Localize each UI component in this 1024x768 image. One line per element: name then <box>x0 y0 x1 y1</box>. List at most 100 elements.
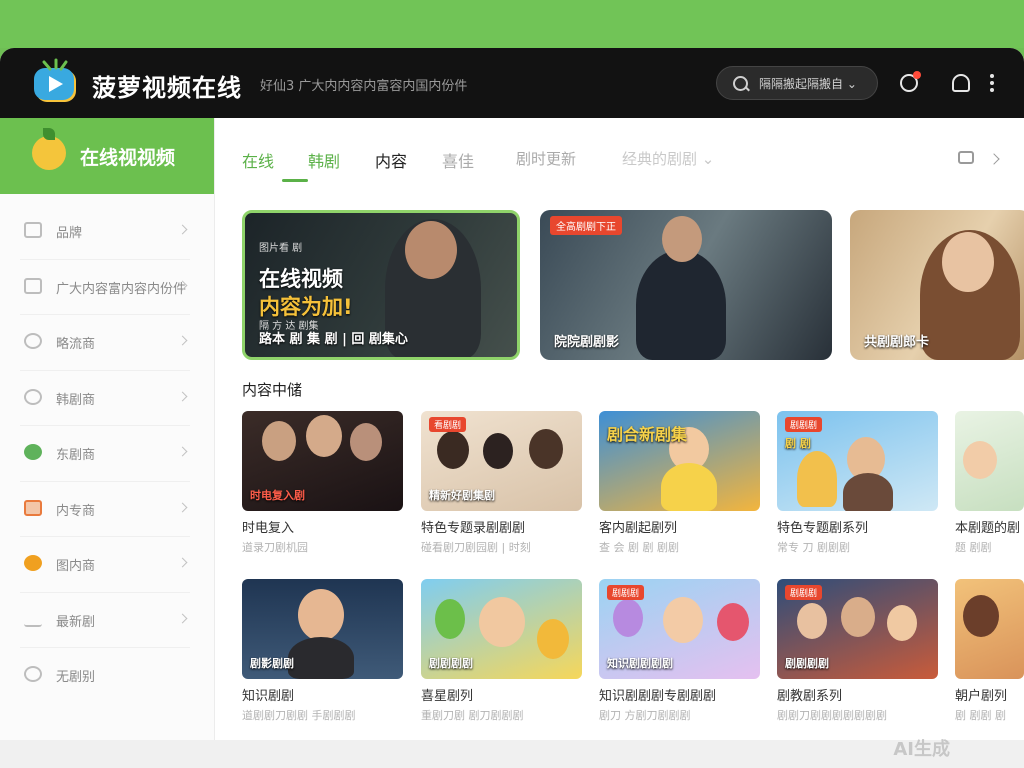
card-subtitle: 剧 剧剧 剧 <box>955 709 1006 722</box>
tab-4[interactable]: 剧时更新 <box>516 148 576 169</box>
video-card[interactable]: 剧剧剧剧 喜星剧列 重剧刀剧 剧刀剧剧剧 <box>421 579 582 722</box>
search-box[interactable]: 隔隔搬起隔搬自 ⌄ <box>716 66 878 100</box>
app-title: 菠萝视频在线 <box>92 74 242 102</box>
card-title: 知识剧剧剧专剧剧剧 <box>599 689 717 704</box>
video-card[interactable]: 剧合新剧集 客内剧起剧列 查 会 剧 剧 剧剧 <box>599 411 760 554</box>
hero-banner-2[interactable]: 全高剧剧下正 院院剧剧影 <box>540 210 832 360</box>
bottom-bar <box>0 740 1024 768</box>
chevron-right-icon[interactable] <box>988 153 1000 165</box>
notification-icon[interactable] <box>900 71 921 92</box>
sidebar-item-6[interactable]: 图内商 <box>20 537 190 593</box>
sidebar-item-8[interactable]: 无剧别 <box>20 648 190 703</box>
thumb-figure <box>537 619 569 659</box>
hero-caption: 共剧剧郎卡 <box>864 335 930 350</box>
video-card[interactable]: 时电复入剧 时电复入 道录刀剧机园 <box>242 411 403 554</box>
video-card[interactable]: 朝户剧列 剧 剧剧 剧 <box>955 579 1024 722</box>
hero-banner-main[interactable]: 图片看 剧 在线视频 内容为加! 隔 方 达 剧集 路本 剧 集 剧 | 回 剧集… <box>242 210 520 360</box>
hero-banner-3[interactable]: 共剧剧郎卡 <box>850 210 1024 360</box>
more-menu-icon[interactable] <box>990 74 996 92</box>
card-title: 时电复入 <box>242 521 295 536</box>
thumb-figure <box>797 603 827 639</box>
hero-headline: 在线视频 内容为加! <box>259 267 353 319</box>
video-card[interactable]: 剧剧剧 剧 剧 特色专题剧系列 常专 刀 剧剧剧 <box>777 411 938 554</box>
sidebar-nav: 品牌 广大内容富内容内份件 略流商 韩剧商 东剧商 内专商 图内商 最新剧 无剧… <box>0 204 214 703</box>
sidebar-item-label: 图内商 <box>56 559 96 574</box>
search-icon <box>733 76 748 91</box>
tab-0[interactable]: 在线 <box>242 148 274 172</box>
card-subtitle: 剧剧刀剧剧剧剧剧剧剧 <box>777 709 887 722</box>
hero-badge: 全高剧剧下正 <box>550 216 622 235</box>
sidebar-item-label: 内专商 <box>56 503 96 519</box>
sidebar-item-label: 最新剧 <box>56 614 96 630</box>
chat-icon <box>24 666 42 682</box>
hero-top-text: 图片看 剧 <box>259 243 303 254</box>
card-subtitle: 重剧刀剧 剧刀剧剧剧 <box>421 709 524 722</box>
thumb-figure <box>288 637 354 679</box>
thumb-caption: 剧 剧 <box>785 437 811 450</box>
ai-watermark: AI生成 <box>893 739 950 760</box>
chevron-right-icon <box>177 391 188 401</box>
sidebar-item-4[interactable]: 东剧商 <box>20 426 190 482</box>
video-thumbnail: 看剧剧 精新好剧集剧 <box>421 411 582 511</box>
sidebar-item-1[interactable]: 广大内容富内容内份件 <box>20 260 190 315</box>
thumb-figure <box>963 441 997 479</box>
thumb-figure <box>841 597 875 637</box>
sidebar-item-2[interactable]: 略流商 <box>20 315 190 371</box>
video-thumbnail: 剧合新剧集 <box>599 411 760 511</box>
video-card[interactable]: 本剧题的剧 题 剧剧 <box>955 411 1024 554</box>
sidebar-item-label: 略流商 <box>56 337 96 352</box>
sidebar-item-label: 品牌 <box>56 226 83 241</box>
hero-face <box>405 221 457 279</box>
thumb-figure <box>843 473 893 511</box>
video-thumbnail: 时电复入剧 <box>242 411 403 511</box>
thumb-figure <box>529 429 563 469</box>
card-subtitle: 碰看剧刀剧园剧 | 时刻 <box>421 541 531 554</box>
sidebar: 在线视视频 品牌 广大内容富内容内份件 略流商 韩剧商 东剧商 内专商 图内商 … <box>0 118 215 740</box>
chevron-right-icon <box>177 502 188 512</box>
sidebar-title: 在线视视频 <box>80 147 176 169</box>
thumb-figure <box>350 423 382 461</box>
thumb-figure <box>963 595 999 637</box>
tv-icon <box>24 277 42 294</box>
video-card[interactable]: 剧剧剧 剧剧剧剧 剧教剧系列 剧剧刀剧剧剧剧剧剧剧 <box>777 579 938 722</box>
tab-5[interactable]: 经典的剧剧 ⌄ <box>622 148 714 169</box>
chevron-right-icon <box>177 613 188 623</box>
sidebar-item-7[interactable]: 最新剧 <box>20 593 190 648</box>
video-card[interactable]: 剧影剧剧 知识剧剧 道剧剧刀剧剧 手剧剧剧 <box>242 579 403 722</box>
thumb-figure <box>887 605 917 641</box>
hero-caption: 院院剧剧影 <box>554 335 620 350</box>
video-card[interactable]: 看剧剧 精新好剧集剧 特色专题录剧剧剧 碰看剧刀剧园剧 | 时刻 <box>421 411 582 554</box>
tab-2[interactable]: 内容 <box>375 148 407 172</box>
desktop-background <box>0 0 1024 48</box>
user-icon[interactable] <box>952 74 970 92</box>
thumb-caption: 精新好剧集剧 <box>429 489 495 502</box>
top-header: 菠萝视频在线 好仙3 广大内内容内富容内国内份件 隔隔搬起隔搬自 ⌄ <box>0 48 1024 118</box>
tab-1[interactable]: 韩剧 <box>308 148 340 172</box>
new-icon <box>24 611 42 627</box>
drama-icon <box>24 388 42 405</box>
tab-3[interactable]: 喜佳 <box>442 148 474 172</box>
thumb-figure <box>483 433 513 469</box>
thumb-caption: 时电复入剧 <box>250 489 305 502</box>
thumb-figure <box>797 451 837 507</box>
card-title: 特色专题录剧剧剧 <box>421 521 526 536</box>
video-card[interactable]: 剧剧剧 知识剧剧剧剧 知识剧剧剧专剧剧剧 剧刀 方剧刀剧剧剧 <box>599 579 760 722</box>
chevron-right-icon <box>177 224 188 235</box>
sidebar-item-3[interactable]: 韩剧商 <box>20 371 190 426</box>
thumb-figure <box>435 599 465 639</box>
video-thumbnail: 剧影剧剧 <box>242 579 403 679</box>
card-title: 特色专题剧系列 <box>777 521 869 536</box>
sidebar-item-0[interactable]: 品牌 <box>20 204 190 260</box>
search-input[interactable]: 隔隔搬起隔搬自 ⌄ <box>759 75 857 92</box>
sidebar-item-label: 韩剧商 <box>56 392 96 408</box>
thumb-caption: 剧合新剧集 <box>607 425 688 444</box>
monitor-icon <box>24 222 42 238</box>
card-badge: 剧剧剧 <box>785 585 823 600</box>
card-badge: 剧剧剧 <box>607 585 645 600</box>
note-icon <box>24 555 42 571</box>
card-subtitle: 查 会 剧 剧 剧剧 <box>599 541 679 554</box>
sidebar-item-5[interactable]: 内专商 <box>20 482 190 537</box>
card-title: 客内剧起剧列 <box>599 521 678 536</box>
screen-icon[interactable] <box>958 151 974 164</box>
section-title: 内容中储 <box>242 381 303 399</box>
